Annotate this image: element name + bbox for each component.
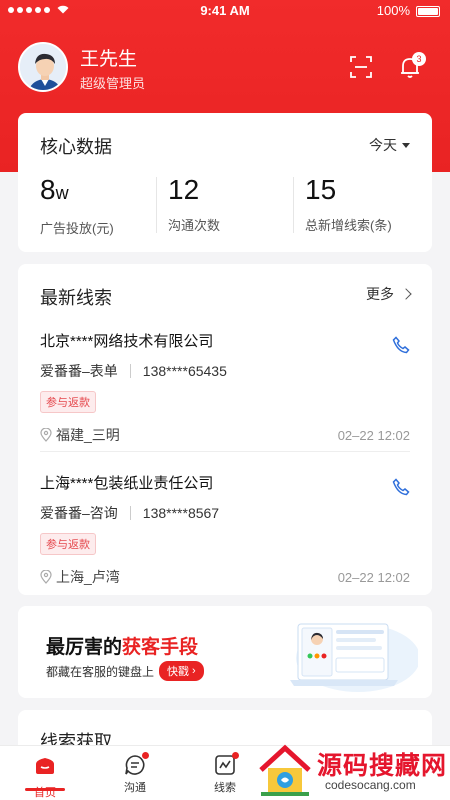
lead-phone: 138****65435 [142,363,227,379]
stat-value: 15 [305,174,337,205]
tab-label: 首页 [34,787,56,799]
battery-icon [416,6,440,17]
caret-down-icon [402,142,410,148]
quick-button[interactable]: 快戳 › [159,661,204,681]
stat-communications[interactable]: 12 沟通次数 [168,173,220,234]
stat-divider [293,177,294,233]
chevron-right-icon: › [192,665,196,677]
divider [129,506,131,520]
divider [129,364,131,378]
stat-divider [156,177,157,233]
refund-tag: 参与返款 [40,391,96,413]
unread-dot [142,752,149,759]
lead-item[interactable]: 北京****网络技术有限公司 爱番番–表单 138****65435 参与返款 … [40,330,410,445]
divider [40,451,410,452]
notification-badge: 3 [412,52,426,66]
lead-source: 爱番番–咨询 [40,505,118,521]
lead-item[interactable]: 上海****包装纸业责任公司 爱番番–咨询 138****8567 参与返款 上… [40,472,410,587]
user-role: 超级管理员 [80,76,146,91]
laptop-illustration [290,623,418,692]
lead-company: 上海****包装纸业责任公司 [40,475,214,492]
location-pin-icon [40,428,52,442]
stat-label: 沟通次数 [168,218,221,233]
stat-ad-spend[interactable]: 8w 广告投放(元) [40,173,114,237]
tab-chat[interactable]: 沟通 [105,746,165,800]
battery-percent: 100% [376,3,410,18]
phone-icon[interactable] [392,336,410,354]
lead-date: 02–22 12:02 [337,427,410,443]
chevron-right-icon [400,288,412,300]
stat-unit: w [55,183,69,203]
tab-home[interactable]: 首页 [15,746,75,800]
banner-title: 最厉害的获客手段 [46,632,198,659]
phone-icon[interactable] [392,478,410,496]
unread-dot [232,752,239,759]
tab-label: 沟通 [124,782,146,794]
watermark: 源码搜藏网 codesocang.com [255,740,450,800]
lead-location: 上海_卢湾 [56,569,120,585]
latest-leads-card: 最新线索 更多 北京****网络技术有限公司 爱番番–表单 138****654… [18,264,432,595]
banner-subtitle: 都藏在客服的键盘上 [46,664,155,679]
latest-leads-title: 最新线索 [40,288,112,308]
lead-phone: 138****8567 [142,505,220,521]
core-data-card: 核心数据 今天 8w 广告投放(元) 12 沟通次数 15 总新增线索(条) [18,113,432,252]
stat-label: 广告投放(元) [40,221,114,236]
banner-title-prefix: 最厉害的 [46,637,123,658]
home-icon [36,758,54,774]
tab-label: 线索 [214,782,236,794]
watermark-text: 源码搜藏网 [317,752,448,780]
period-selector[interactable]: 今天 [369,135,410,155]
tab-leads[interactable]: 线索 [195,746,255,800]
stat-value: 8 [40,174,56,205]
quick-button-label: 快戳 [167,666,190,678]
active-tab-indicator [25,788,65,791]
refund-tag: 参与返款 [40,533,96,555]
user-name: 王先生 [80,49,138,70]
scan-icon[interactable] [350,56,372,78]
lead-company: 北京****网络技术有限公司 [40,333,214,350]
stat-new-leads[interactable]: 15 总新增线索(条) [305,173,392,234]
core-data-title: 核心数据 [40,137,112,157]
stat-value: 12 [168,174,200,205]
watermark-url: codesocang.com [325,778,416,792]
house-logo-icon [259,744,311,796]
status-bar: 9:41 AM 100% [0,0,450,22]
promo-banner[interactable]: 最厉害的获客手段 都藏在客服的键盘上 快戳 › [18,606,432,698]
period-label: 今天 [369,137,397,153]
location-pin-icon [40,570,52,584]
stat-label: 总新增线索(条) [305,218,392,233]
avatar[interactable] [18,42,68,92]
more-label: 更多 [366,286,394,302]
lead-date: 02–22 12:02 [337,569,410,585]
lead-location: 福建_三明 [56,427,120,443]
banner-title-highlight: 获客手段 [122,637,199,658]
more-link[interactable]: 更多 [366,284,412,304]
lead-source: 爱番番–表单 [40,363,118,379]
